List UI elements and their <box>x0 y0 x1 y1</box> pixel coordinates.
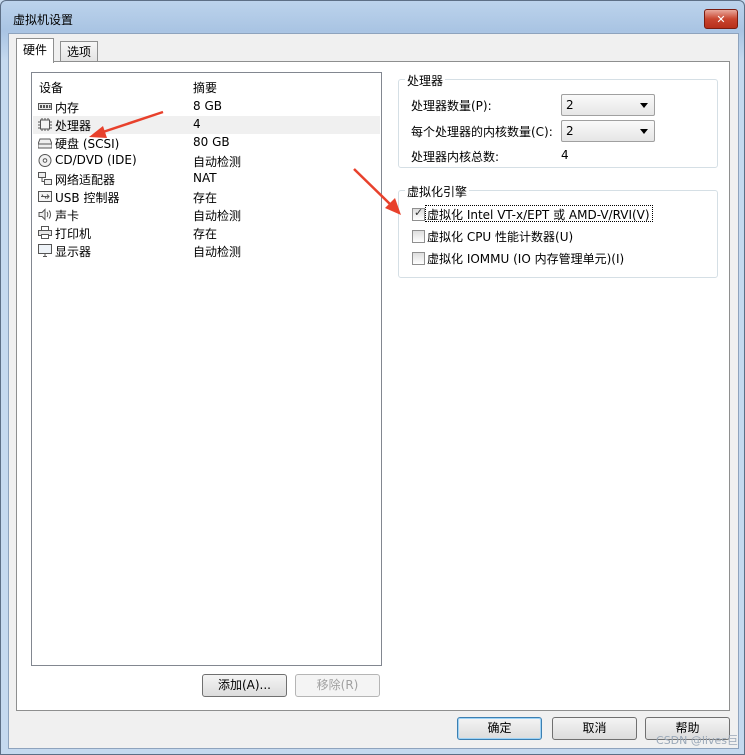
ok-button[interactable]: 确定 <box>457 717 542 740</box>
dialog-client: 硬件 选项 设备 摘要 内存 8 GB 处理器 4 硬盘 (SCSI) 80 G… <box>8 33 739 749</box>
cancel-label: 取消 <box>582 721 607 735</box>
tab-options-label: 选项 <box>67 45 92 59</box>
cancel-button[interactable]: 取消 <box>552 717 637 740</box>
window-title: 虚拟机设置 <box>13 13 74 27</box>
tab-options[interactable]: 选项 <box>60 41 99 62</box>
watermark: CSDN @lives巨 <box>656 734 738 747</box>
dialog-window: 虚拟机设置 ✕ 硬件 选项 设备 摘要 内存 8 GB 处理器 4 硬盘 (SC… <box>0 0 745 755</box>
annotation-arrow-vtx <box>353 168 401 215</box>
close-icon: ✕ <box>716 12 726 26</box>
annotation-arrow-processor <box>89 110 164 138</box>
ok-label: 确定 <box>487 721 512 735</box>
hardware-panel: 设备 摘要 内存 8 GB 处理器 4 硬盘 (SCSI) 80 GB CD/D… <box>16 61 730 711</box>
close-button[interactable]: ✕ <box>704 9 738 29</box>
annotation-layer <box>89 110 401 215</box>
tab-hardware[interactable]: 硬件 <box>16 38 55 63</box>
tab-hardware-label: 硬件 <box>23 43 48 57</box>
